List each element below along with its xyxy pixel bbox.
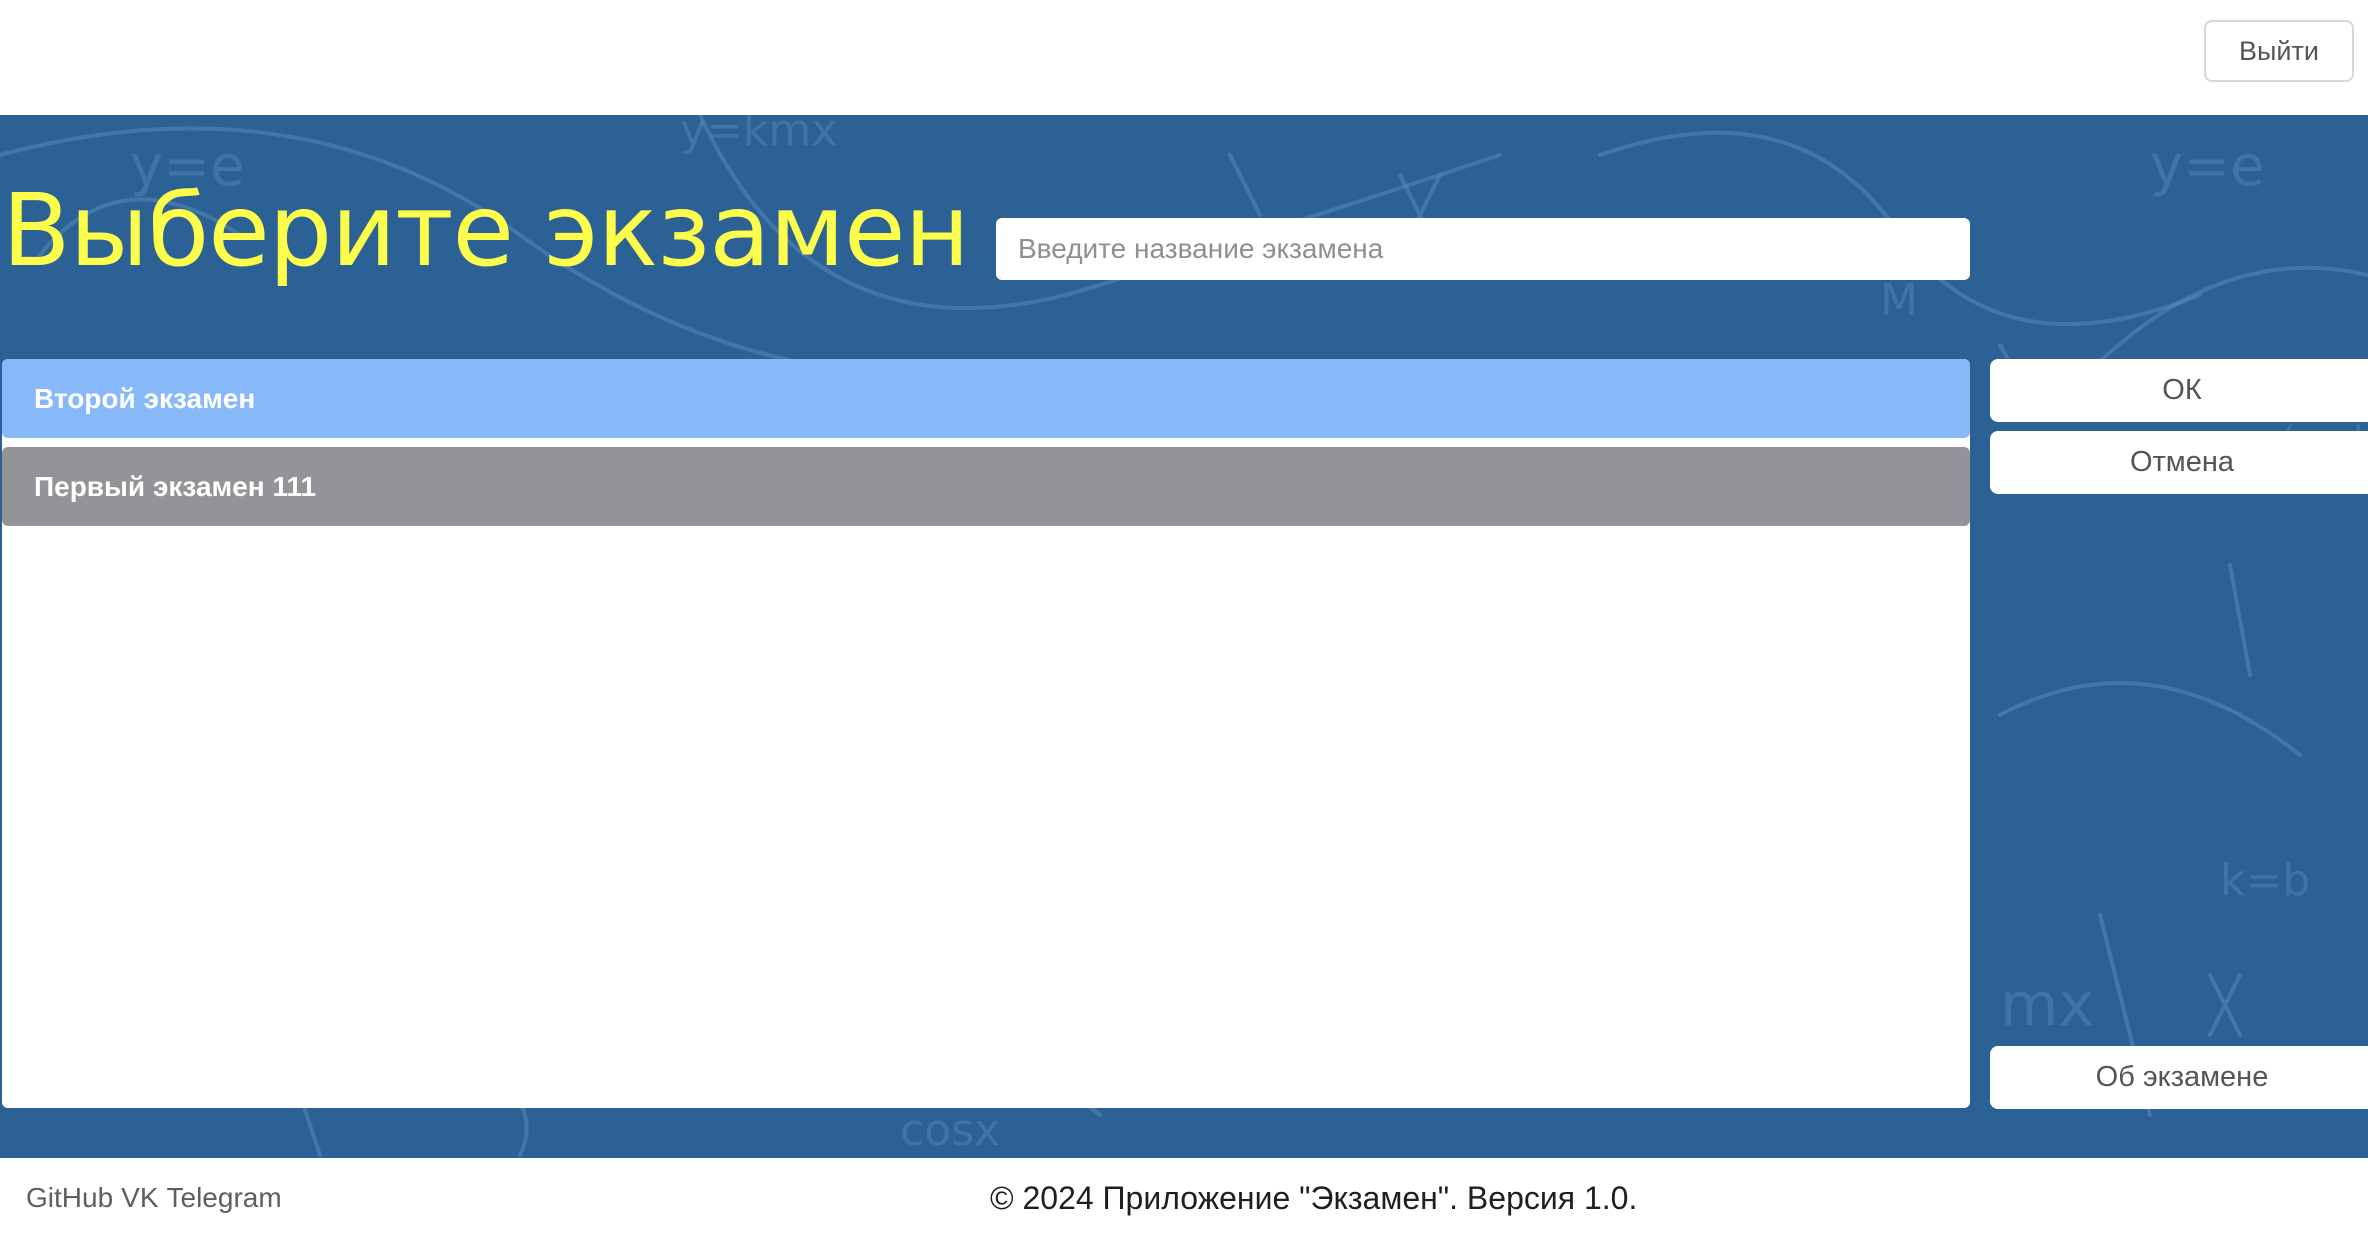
svg-text:cosx: cosx xyxy=(900,1105,1000,1156)
telegram-link[interactable]: Telegram xyxy=(167,1182,282,1214)
footer: GitHub VK Telegram © 2024 Приложение "Эк… xyxy=(0,1158,2368,1236)
svg-text:y=kmx: y=kmx xyxy=(680,115,837,156)
footer-links: GitHub VK Telegram xyxy=(26,1182,282,1214)
logout-button[interactable]: Выйти xyxy=(2204,20,2354,82)
ok-button[interactable]: ОК xyxy=(1990,359,2368,422)
svg-text:y=e: y=e xyxy=(2150,134,2265,199)
main-panel: y=e y=e y=kmx (x+h) k=b mx cosx M Выбери… xyxy=(0,115,2368,1158)
svg-text:M: M xyxy=(1880,275,1918,326)
exam-search-input[interactable] xyxy=(996,218,1970,280)
github-link[interactable]: GitHub xyxy=(26,1182,113,1214)
svg-text:mx: mx xyxy=(2000,970,2094,1040)
page-title: Выберите экзамен xyxy=(2,172,970,289)
exam-list: Второй экзамен Первый экзамен 111 xyxy=(2,359,1970,1108)
cancel-button[interactable]: Отмена xyxy=(1990,431,2368,494)
svg-text:k=b: k=b xyxy=(2220,855,2310,906)
exam-list-item-selected[interactable]: Второй экзамен xyxy=(2,359,1970,438)
copyright-text: © 2024 Приложение "Экзамен". Версия 1.0. xyxy=(990,1180,1638,1216)
exam-list-item[interactable]: Первый экзамен 111 xyxy=(2,447,1970,526)
top-bar: Выйти xyxy=(0,0,2368,115)
vk-link[interactable]: VK xyxy=(121,1182,158,1214)
about-exam-button[interactable]: Об экзамене xyxy=(1990,1046,2368,1109)
